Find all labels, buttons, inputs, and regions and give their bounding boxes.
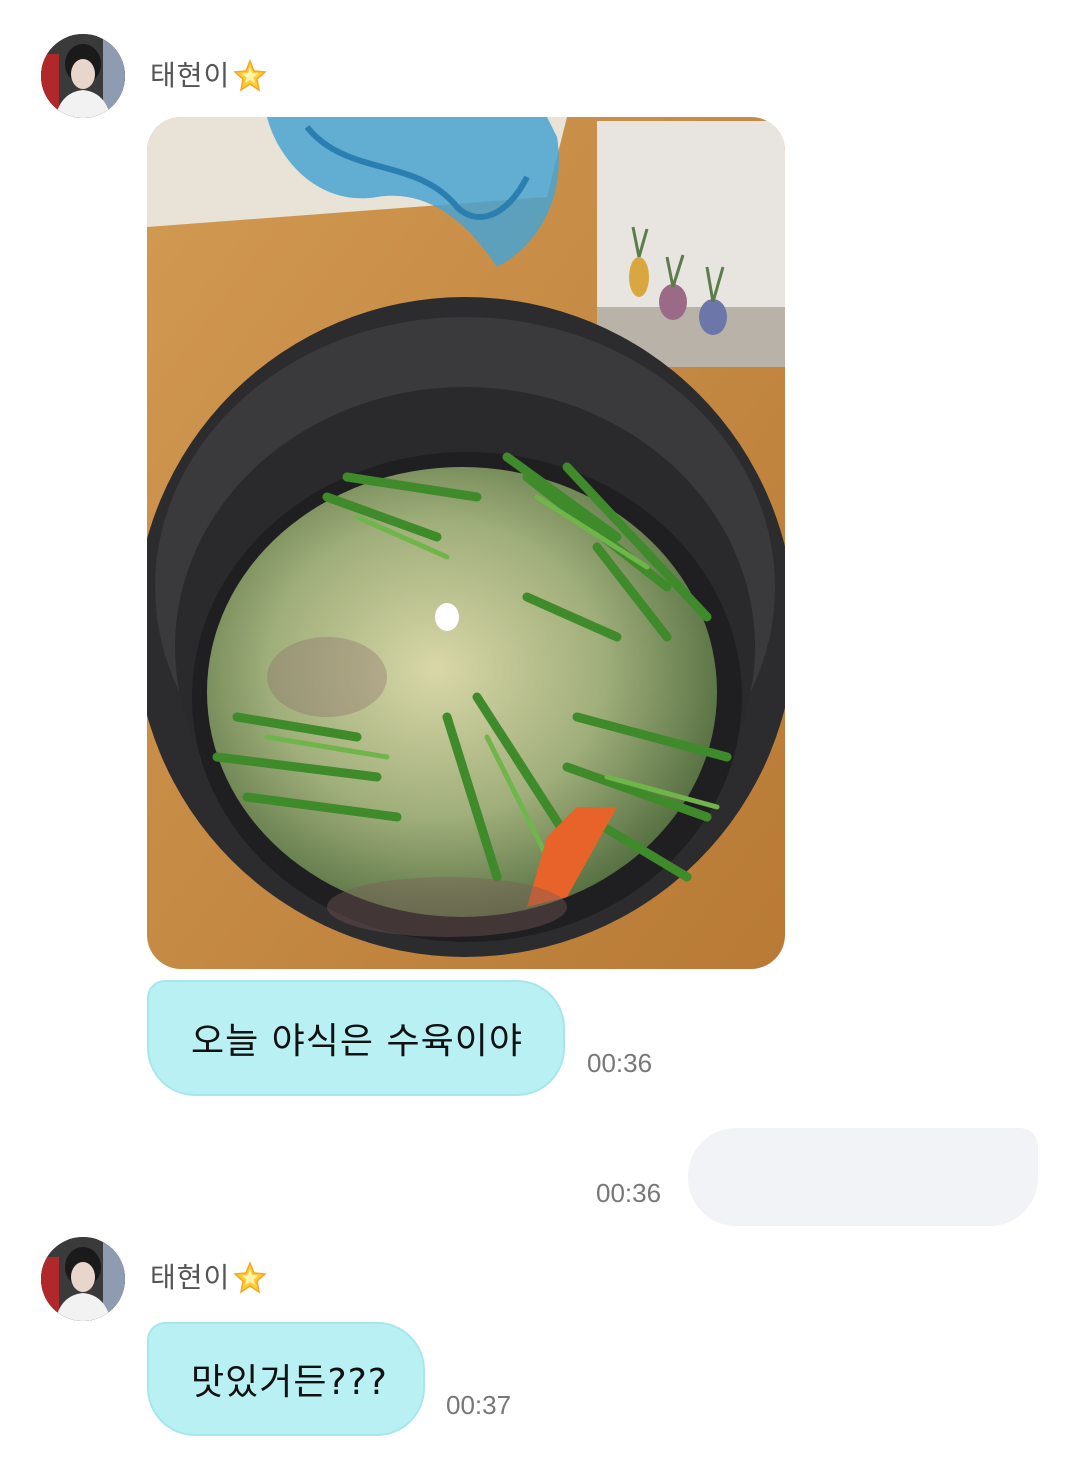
glowing-star-icon	[233, 1260, 268, 1294]
sender-name-text: 태현이	[150, 1261, 231, 1294]
photo-message[interactable]	[147, 117, 785, 969]
message-text: 맛있거든???	[191, 1362, 388, 1403]
sender-name-text: 태현이	[150, 59, 231, 92]
glowing-star-icon	[233, 58, 268, 92]
sender-avatar[interactable]	[41, 1237, 125, 1321]
message-bubble-incoming[interactable]: 오늘 야식은 수육이야	[147, 980, 565, 1096]
message-time: 00:37	[446, 1390, 512, 1420]
avatar-photo	[41, 1237, 125, 1321]
message-bubble-incoming[interactable]: 맛있거든???	[147, 1322, 425, 1436]
sender-name: 태현이	[150, 56, 268, 96]
message-bubble-outgoing[interactable]	[688, 1128, 1038, 1226]
message-text: 오늘 야식은 수육이야	[191, 1021, 523, 1062]
sender-avatar[interactable]	[41, 34, 125, 118]
avatar-photo	[41, 34, 125, 118]
soup-pot-photo	[147, 117, 785, 969]
message-time: 00:36	[596, 1178, 662, 1208]
message-time: 00:36	[587, 1048, 653, 1078]
sender-name: 태현이	[150, 1258, 268, 1298]
